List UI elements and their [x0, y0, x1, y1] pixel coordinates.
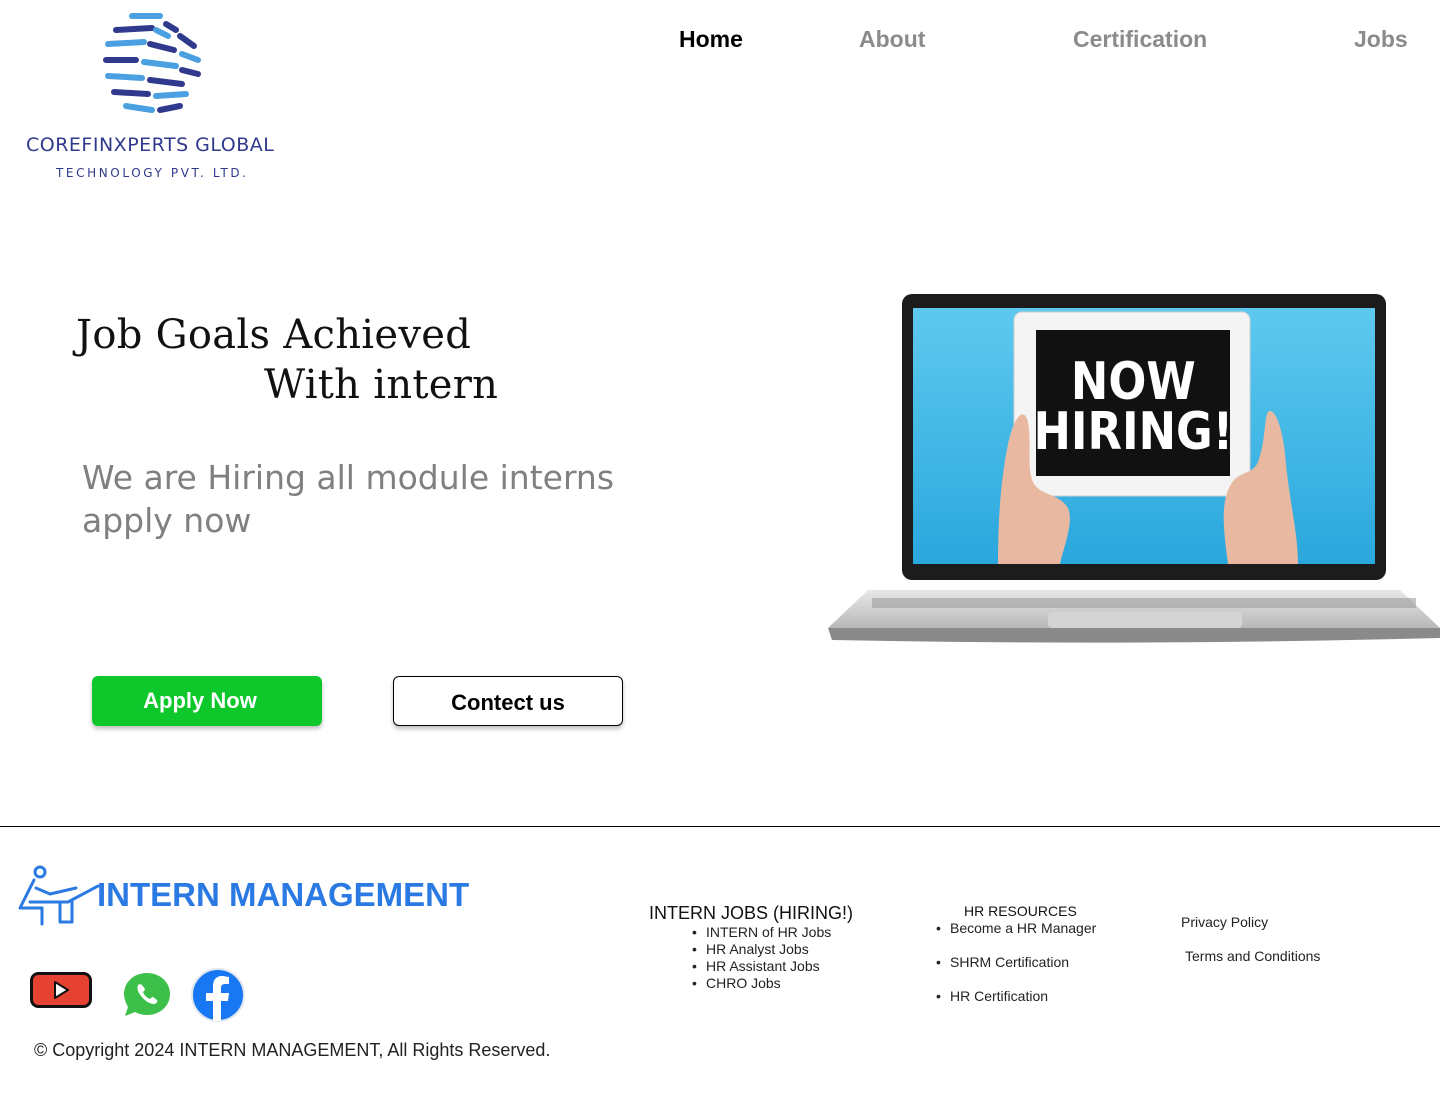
hr-resources-list: Become a HR Manager SHRM Certification H… [936, 919, 1096, 1021]
copyright-text: © Copyright 2024 INTERN MANAGEMENT, All … [34, 1040, 551, 1060]
whatsapp-icon[interactable] [120, 970, 174, 1023]
footer-link-shrm-certification[interactable]: SHRM Certification [936, 953, 1096, 987]
footer-divider [0, 826, 1440, 827]
nav-jobs[interactable]: Jobs [1354, 26, 1408, 53]
hero-subtitle: We are Hiring all module interns apply n… [82, 458, 615, 540]
now-hiring-laptop-image: NOW HIRING! [828, 294, 1440, 643]
nav-certification[interactable]: Certification [1073, 26, 1207, 53]
hero-title-line2: With intern [264, 362, 499, 408]
footer-link-chro-jobs[interactable]: CHRO Jobs [692, 975, 831, 992]
brand-subtitle: TECHNOLOGY PVT. LTD. [56, 166, 249, 180]
intern-desk-icon [18, 865, 100, 926]
globe-logo-icon [103, 13, 201, 113]
nav-home[interactable]: Home [679, 26, 743, 53]
hero-title-line1: Job Goals Achieved [76, 312, 472, 358]
terms-link[interactable]: Terms and Conditions [1185, 948, 1320, 964]
brand-name: COREFINXPERTS GLOBAL [26, 134, 275, 156]
hr-resources-heading: HR RESOURCES [964, 903, 1077, 919]
youtube-icon[interactable] [30, 972, 92, 1013]
footer-brand-name: INTERN MANAGEMENT [97, 876, 470, 913]
company-logo[interactable]: COREFINXPERTS GLOBAL TECHNOLOGY PVT. LTD… [20, 8, 290, 188]
facebook-icon[interactable] [187, 968, 249, 1029]
privacy-policy-link[interactable]: Privacy Policy [1181, 914, 1268, 930]
footer-link-become-hr-manager[interactable]: Become a HR Manager [936, 919, 1096, 953]
footer-link-hr-assistant-jobs[interactable]: HR Assistant Jobs [692, 958, 831, 975]
nav-about[interactable]: About [859, 26, 925, 53]
footer-link-hr-certification[interactable]: HR Certification [936, 987, 1096, 1021]
hiring-text: HIRING! [1033, 402, 1233, 462]
intern-jobs-heading: INTERN JOBS (HIRING!) [649, 903, 854, 923]
apply-now-button[interactable]: Apply Now [92, 676, 322, 726]
footer-link-hr-analyst-jobs[interactable]: HR Analyst Jobs [692, 941, 831, 958]
intern-jobs-list: INTERN of HR Jobs HR Analyst Jobs HR Ass… [692, 924, 831, 992]
footer-link-intern-hr-jobs[interactable]: INTERN of HR Jobs [692, 924, 831, 941]
contact-us-button[interactable]: Contect us [393, 676, 623, 726]
